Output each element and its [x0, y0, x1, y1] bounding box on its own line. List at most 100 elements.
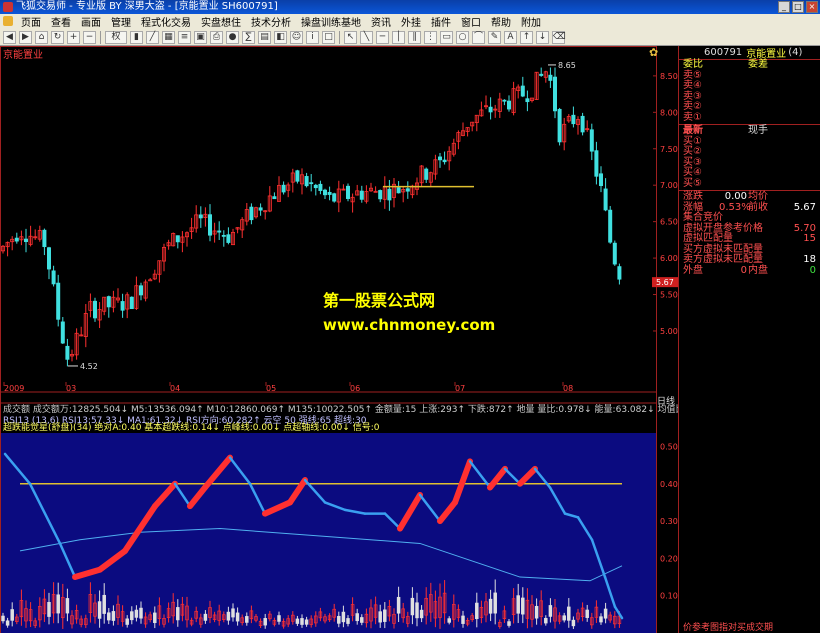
candle-body: [327, 191, 332, 195]
menu-program-trade[interactable]: 程式化交易: [136, 14, 196, 29]
ask-row-1[interactable]: 卖①: [679, 112, 820, 124]
menu-external[interactable]: 外挂: [396, 14, 426, 29]
table-icon[interactable]: ▤: [258, 30, 271, 44]
period-select[interactable]: 权: [105, 30, 127, 44]
date-tick-label: 03: [66, 384, 76, 393]
volume-bar-body: [599, 616, 603, 623]
menu-screen[interactable]: 画面: [76, 14, 106, 29]
candle-icon[interactable]: ▮: [130, 30, 143, 44]
hline-icon[interactable]: ─: [376, 30, 389, 44]
menu-extra[interactable]: 附加: [516, 14, 546, 29]
volume-bar-body: [461, 615, 465, 624]
candle-body: [553, 76, 558, 112]
calc-icon[interactable]: ∑: [242, 30, 255, 44]
circle-icon[interactable]: ○: [456, 30, 469, 44]
inner-label: 内盘: [748, 264, 768, 276]
candle-body: [502, 99, 507, 102]
candle-body: [304, 176, 309, 187]
stock-title: 京能置业: [3, 50, 43, 61]
close-button[interactable]: ×: [806, 1, 818, 13]
candle-body: [295, 170, 300, 182]
volume-bar-body: [507, 621, 511, 626]
app-menu-icon[interactable]: [3, 16, 13, 26]
indicator-tick-label: 0.40: [660, 480, 678, 489]
bid-row-5[interactable]: 买⑤: [679, 178, 820, 190]
menu-analysis[interactable]: 技术分析: [246, 14, 296, 29]
arc-icon[interactable]: ⌒: [472, 30, 485, 44]
line-chart-icon[interactable]: ╱: [146, 30, 159, 44]
watermark-url: www.chnmoney.com: [323, 316, 496, 334]
window-icon[interactable]: □: [322, 30, 335, 44]
volume-bar-body: [226, 611, 231, 621]
save-icon[interactable]: ▣: [194, 30, 207, 44]
date-tick-label: 08: [563, 384, 573, 393]
ask-label: 卖②: [683, 101, 702, 112]
text-icon[interactable]: A: [504, 30, 517, 44]
menu-live[interactable]: 实盘想住: [196, 14, 246, 29]
prev-close-value: 5.67: [793, 201, 816, 213]
menu-window[interactable]: 窗口: [456, 14, 486, 29]
bid-row-2[interactable]: 买②: [679, 146, 820, 158]
ask-row-4[interactable]: 卖④: [679, 80, 820, 92]
toolbar-separator: [100, 30, 101, 44]
zoom-in-icon[interactable]: +: [67, 30, 80, 44]
trend-line-icon[interactable]: ╲: [360, 30, 373, 44]
gear-icon[interactable]: ✿: [649, 46, 658, 59]
indicator-tick-label: 0.50: [660, 442, 678, 451]
info-icon[interactable]: i: [306, 30, 319, 44]
volume-bar-body: [139, 607, 143, 619]
refresh-icon[interactable]: ↻: [51, 30, 64, 44]
cursor-icon[interactable]: ↖: [344, 30, 357, 44]
price-chart[interactable]: 8.65 4.52 8.50 8.00 7.50 7.00 6.50 6.00 5.50 5.0…: [0, 46, 678, 633]
stock-name: 京能置业: [746, 49, 787, 60]
volume-bar-body: [102, 594, 106, 614]
grid-icon[interactable]: ▦: [162, 30, 175, 44]
user-icon[interactable]: ☺: [290, 30, 303, 44]
volume-bar-body: [5, 620, 10, 626]
alert-icon[interactable]: ●: [226, 30, 239, 44]
volume-bar-body: [410, 597, 415, 616]
candle-body: [14, 237, 19, 242]
stock-code: 600791: [704, 47, 743, 58]
menu-page[interactable]: 页面: [16, 14, 46, 29]
volume-bar-body: [341, 611, 346, 623]
chart-area[interactable]: 京能置业 ✿ 8.65 4.52 8.50 8.00 7.50 7.00 6.50 6.00…: [0, 46, 794, 633]
arrow-up-icon[interactable]: ↑: [520, 30, 533, 44]
volume-bar-body: [304, 619, 309, 625]
list-icon[interactable]: ≡: [178, 30, 191, 44]
eraser-icon[interactable]: ⌫: [552, 30, 566, 44]
volume-bar-body: [1, 615, 5, 622]
print-icon[interactable]: ⎙: [210, 30, 223, 44]
menu-help[interactable]: 帮助: [486, 14, 516, 29]
menu-news[interactable]: 资讯: [366, 14, 396, 29]
candle-body: [47, 247, 52, 270]
channel-icon[interactable]: ∥: [408, 30, 421, 44]
latest-row: 最新 现手: [679, 125, 820, 137]
maximize-button[interactable]: □: [792, 1, 804, 13]
volume-bar-body: [396, 596, 401, 614]
vline-icon[interactable]: │: [392, 30, 405, 44]
fibonacci-icon[interactable]: ⋮: [424, 30, 437, 44]
menu-manage[interactable]: 管理: [106, 14, 136, 29]
ask-row-2[interactable]: 卖②: [679, 101, 820, 113]
chart-icon[interactable]: ◧: [274, 30, 287, 44]
menu-training[interactable]: 操盘训练基地: [296, 14, 366, 29]
volume-bar-body: [111, 611, 116, 621]
pen-icon[interactable]: ✎: [488, 30, 501, 44]
arrow-down-icon[interactable]: ↓: [536, 30, 549, 44]
menu-view[interactable]: 查看: [46, 14, 76, 29]
volume-bar-body: [153, 612, 157, 624]
candle-body: [60, 321, 65, 344]
zoom-out-icon[interactable]: −: [83, 30, 96, 44]
candle-body: [272, 196, 277, 200]
menu-plugin[interactable]: 插件: [426, 14, 456, 29]
forward-icon[interactable]: ▶: [19, 30, 32, 44]
rectangle-icon[interactable]: ▭: [440, 30, 453, 44]
volume-bar-body: [235, 612, 240, 622]
minimize-button[interactable]: _: [778, 1, 790, 13]
bid-row-4[interactable]: 买④: [679, 167, 820, 179]
price-tick-label: 7.00: [660, 181, 678, 190]
home-icon[interactable]: ⌂: [35, 30, 48, 44]
back-icon[interactable]: ◀: [3, 30, 16, 44]
volume-bar-body: [447, 618, 451, 623]
